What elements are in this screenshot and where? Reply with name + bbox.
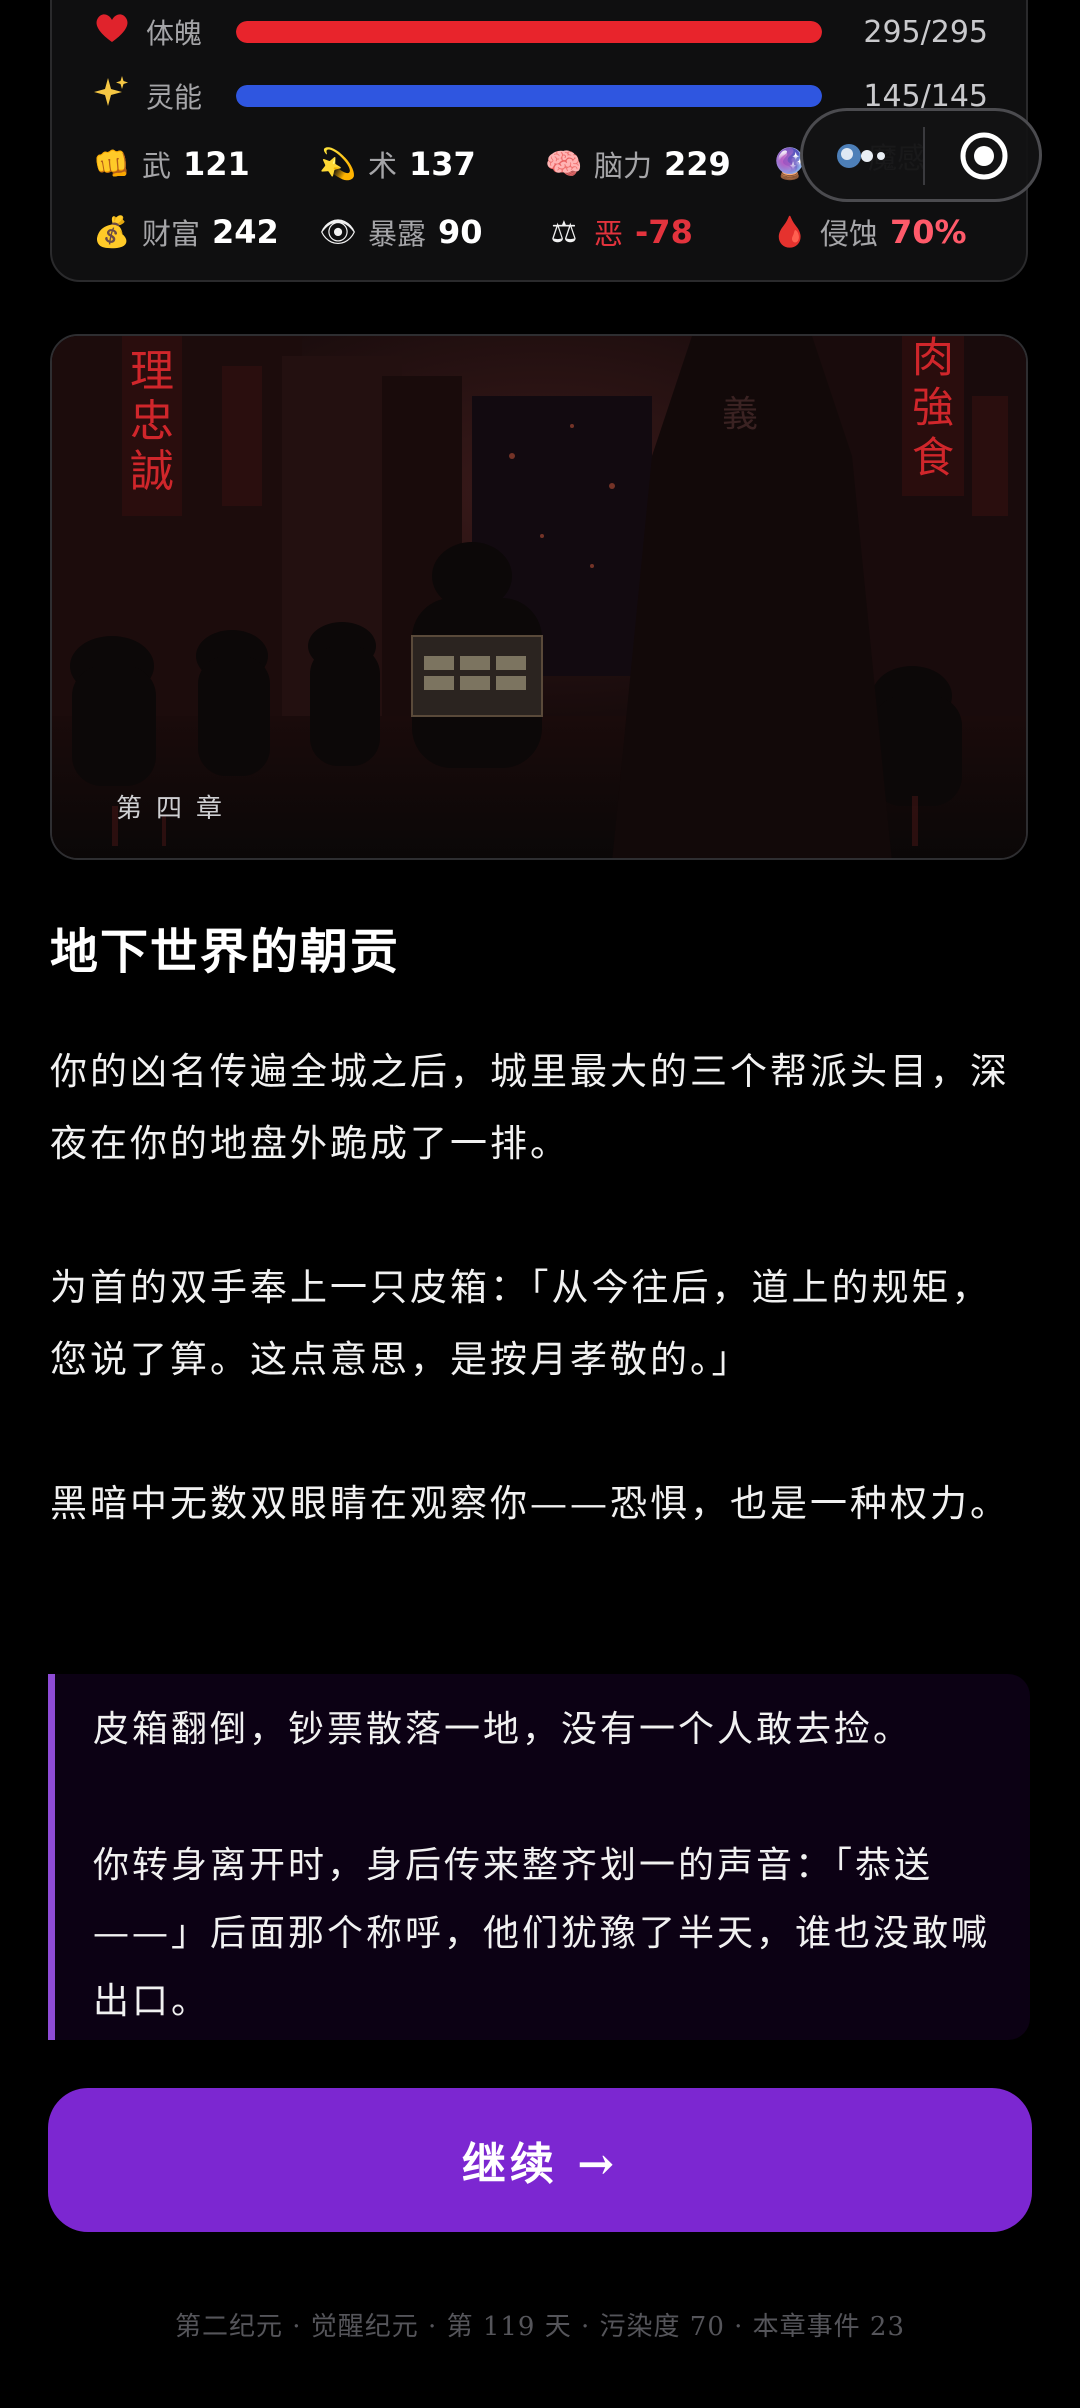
scales-icon: ⚖: [550, 214, 578, 250]
coat-emblem: 義: [722, 394, 758, 435]
more-options-icon[interactable]: [837, 141, 897, 171]
stat-brain: 🧠 脑力 229: [544, 143, 770, 185]
spirit-value: 295/295: [863, 14, 988, 50]
energy-bar-track: [236, 85, 822, 107]
spirit-bar-fill: [236, 21, 822, 43]
right-banner-text-2: 強: [912, 383, 954, 432]
quote-paragraph: 皮箱翻倒，钞票散落一地，没有一个人敢去捡。: [93, 1709, 913, 1750]
capsule-divider: [923, 127, 925, 185]
left-banner-text-3: 誠: [130, 446, 174, 497]
event-outcome-quote: 皮箱翻倒，钞票散落一地，没有一个人敢去捡。 你转身离开时，身后传来整齐划一的声音…: [48, 1674, 1030, 2040]
story-paragraph: 黑暗中无数双眼睛在观察你——恐惧，也是一种权力。: [50, 1482, 1010, 1525]
chapter-illustration: 理 忠 誠 肉 強 食 義 第四章: [50, 334, 1028, 860]
stat-value: 70%: [890, 213, 967, 251]
footer-status: 第二纪元 · 觉醒纪元 · 第 119 天 · 污染度 70 · 本章事件 23: [174, 2312, 906, 2342]
sparkles-icon: [90, 74, 134, 118]
stat-value: 242: [212, 213, 279, 251]
quote-paragraph: 你转身离开时，身后传来整齐划一的声音：「恭送——」后面那个称呼，他们犹豫了半天，…: [93, 1845, 991, 2022]
spirit-label: 体魄: [146, 17, 203, 50]
money-bag-icon: 💰: [93, 214, 131, 250]
stat-eye: 👁 暴露 90: [318, 211, 544, 253]
alley-scene-image: 理 忠 誠 肉 強 食 義: [52, 336, 1026, 858]
stat-value: -78: [635, 213, 693, 251]
stat-money-bag: 💰 财富 242: [92, 211, 318, 253]
stat-scales: ⚖ 恶 -78: [544, 211, 770, 253]
comet-icon: 💫: [319, 146, 357, 182]
story-paragraph: 为首的双手奉上一只皮箱：「从今往后，道上的规矩，您说了算。这点意思，是按月孝敬的…: [50, 1266, 992, 1381]
heart-icon: [90, 12, 134, 52]
stat-comet: 💫 术 137: [318, 143, 544, 185]
story-paragraph: 你的凶名传遍全城之后，城里最大的三个帮派头目，深夜在你的地盘外跪成了一排。: [50, 1050, 1010, 1165]
stat-value: 90: [438, 213, 483, 251]
stat-label: 脑力: [594, 149, 653, 183]
stat-label: 财富: [142, 217, 201, 251]
capsule-menu: [800, 108, 1042, 202]
energy-label: 灵能: [146, 81, 203, 114]
story-body: 你的凶名传遍全城之后，城里最大的三个帮派头目，深夜在你的地盘外跪成了一排。 为首…: [50, 1036, 1010, 1612]
fist-icon: 👊: [93, 146, 131, 182]
continue-button[interactable]: 继续 →: [48, 2088, 1032, 2232]
close-miniapp-icon[interactable]: [959, 131, 1009, 181]
spirit-bar-track: [236, 21, 822, 43]
stat-label: 侵蚀: [820, 217, 879, 251]
eye-icon: 👁: [318, 214, 358, 250]
right-banner-text-1: 肉: [912, 336, 954, 382]
energy-bar-fill: [236, 85, 822, 107]
stat-label: 恶: [594, 217, 624, 251]
stat-value: 137: [409, 145, 476, 183]
brain-icon: 🧠: [545, 146, 583, 182]
blood-drop-icon: 🩸: [771, 214, 809, 250]
left-banner-text-2: 忠: [130, 396, 174, 447]
right-banner-text-3: 食: [912, 433, 954, 482]
stat-label: 武: [142, 149, 172, 183]
spirit-bar-row: 体魄 295/295: [90, 8, 988, 56]
stat-value: 121: [183, 145, 250, 183]
story-title: 地下世界的朝贡: [50, 924, 401, 980]
stat-value: 229: [664, 145, 731, 183]
stat-label: 暴露: [368, 217, 427, 251]
attribute-row-2: 💰 财富 242 👁 暴露 90 ⚖ 恶 -78 🩸 侵蚀 70%: [92, 206, 996, 258]
left-banner-text-1: 理: [130, 346, 174, 397]
stat-fist: 👊 武 121: [92, 143, 318, 185]
stat-label: 术: [368, 149, 398, 183]
stat-blood-drop: 🩸 侵蚀 70%: [770, 211, 996, 253]
chapter-label: 第四章: [116, 794, 237, 824]
